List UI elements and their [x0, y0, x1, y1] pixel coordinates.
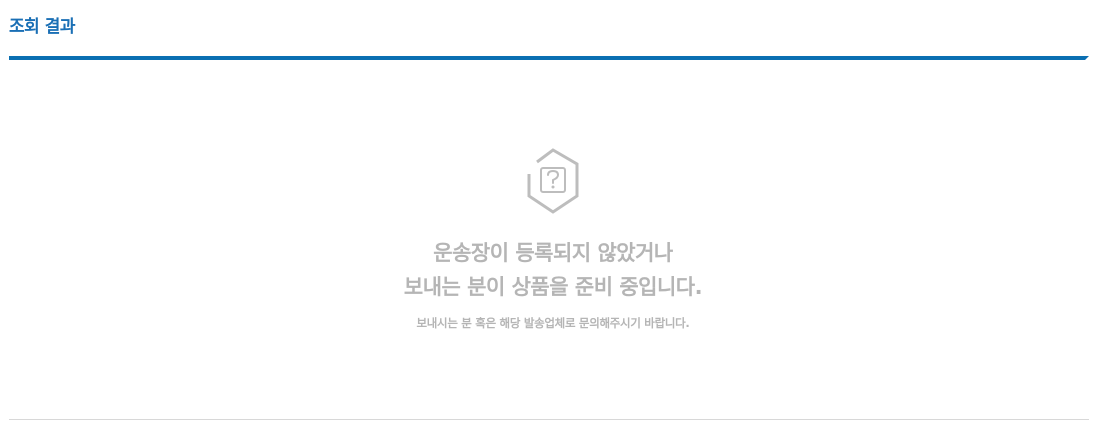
empty-sub-message: 보내시는 분 혹은 해당 발송업체로 문의해주시기 바랍니다. [416, 316, 690, 330]
bottom-divider [9, 419, 1089, 420]
header-underline [9, 56, 1089, 60]
empty-message-line1: 운송장이 등록되지 않았거나 [433, 241, 673, 265]
empty-message-line2: 보내는 분이 상품을 준비 중입니다. [403, 275, 703, 299]
question-hexagon-icon [527, 148, 579, 214]
empty-message: 운송장이 등록되지 않았거나 보내는 분이 상품을 준비 중입니다. [0, 236, 1106, 304]
result-header: 조회 결과 [9, 14, 1089, 40]
empty-state: 운송장이 등록되지 않았거나 보내는 분이 상품을 준비 중입니다. 보내시는 … [0, 140, 1106, 332]
tracking-result-panel: 조회 결과 운송장이 등록되지 않았거나 보내는 분이 상품을 준비 중입니다.… [0, 0, 1106, 427]
page-title: 조회 결과 [9, 17, 75, 37]
